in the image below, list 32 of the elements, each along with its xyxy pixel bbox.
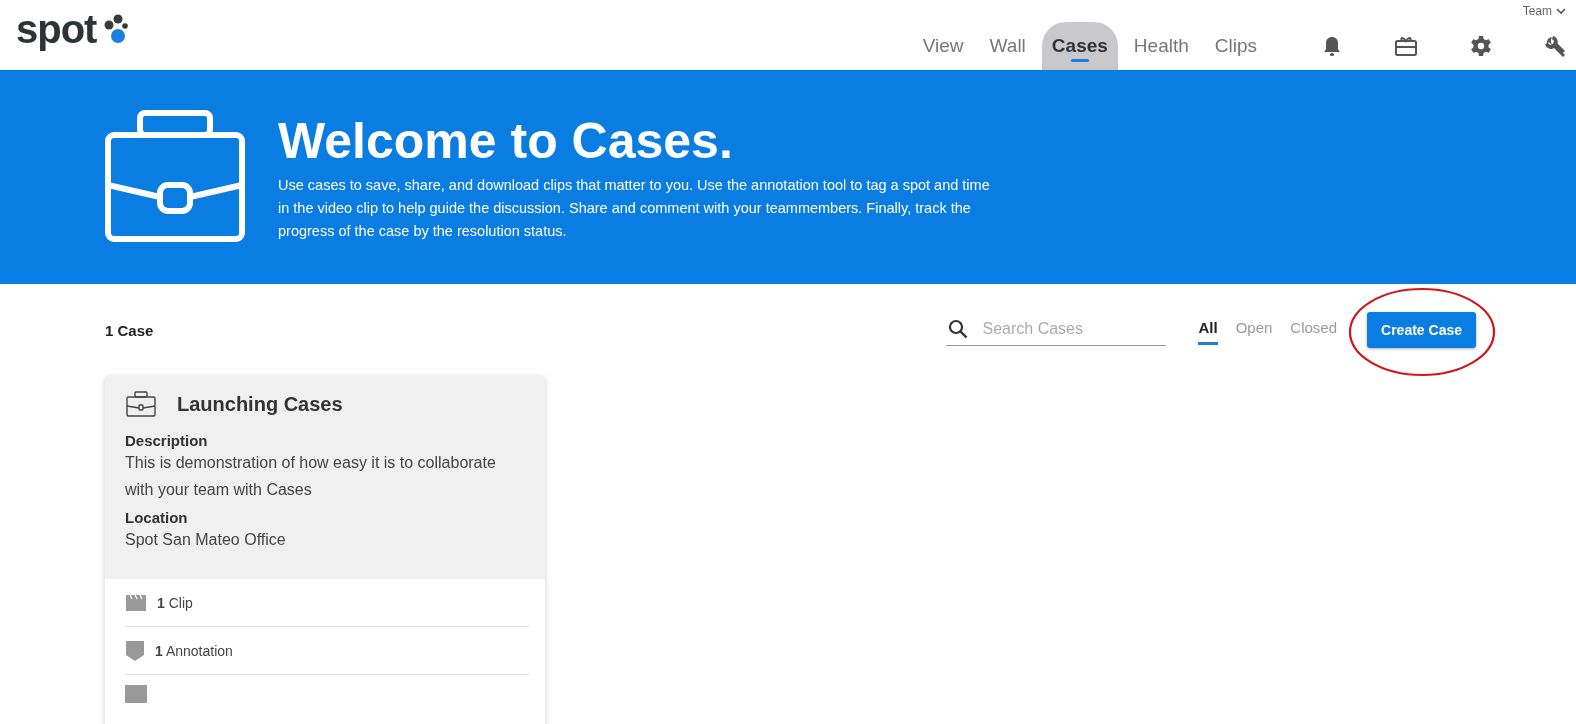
nav-tab[interactable]: Cases xyxy=(1041,22,1118,70)
case-location: Spot San Mateo Office xyxy=(125,530,287,550)
case-title: Launching Cases xyxy=(177,392,343,416)
chevron-down-icon xyxy=(1556,7,1566,15)
search-icon xyxy=(948,318,969,339)
case-count: 1 Case xyxy=(105,321,154,339)
location-label: Location xyxy=(125,509,189,526)
filter-tab[interactable]: Closed xyxy=(1290,315,1338,345)
nav-tab[interactable]: Health xyxy=(1123,22,1199,70)
banner-description: Use cases to save, share, and download clips that matter to you. Use the annotation tool to tag a spot and time in the video clip to help guide the discussion. Share and comment with your teammembers. Finally, track the progress of the case by the resolution status. xyxy=(278,175,991,241)
logo-wordmark[interactable]: spot xyxy=(16,8,97,50)
briefcase-icon xyxy=(125,390,157,418)
description-label: Description xyxy=(125,432,209,449)
stat-text: 1 Annotation xyxy=(155,642,233,659)
stat-text: 1 Clip xyxy=(157,594,193,611)
dots-logo-icon xyxy=(102,14,131,44)
settings-icon[interactable] xyxy=(1470,35,1492,57)
filter-tab[interactable]: Open xyxy=(1235,315,1273,345)
bell-icon[interactable] xyxy=(1322,35,1342,57)
team-menu[interactable]: Team xyxy=(1522,0,1566,18)
nav-tab[interactable]: Clips xyxy=(1204,22,1267,70)
wrench-icon[interactable] xyxy=(1544,35,1566,57)
case-description: This is demonstration of how easy it is to collaborate with your team with Cases xyxy=(125,453,497,500)
banner-title: Welcome to Cases. xyxy=(278,111,734,170)
filter-tab[interactable]: All xyxy=(1198,315,1218,345)
gift-card-icon[interactable] xyxy=(1394,35,1418,57)
clapperboard-icon xyxy=(125,593,147,612)
shield-icon xyxy=(125,639,145,662)
nav-tab[interactable]: View xyxy=(912,22,974,70)
nav-tab[interactable]: Wall xyxy=(979,22,1036,70)
create-case-button[interactable]: Create Case xyxy=(1367,312,1476,348)
square-icon xyxy=(125,685,147,703)
